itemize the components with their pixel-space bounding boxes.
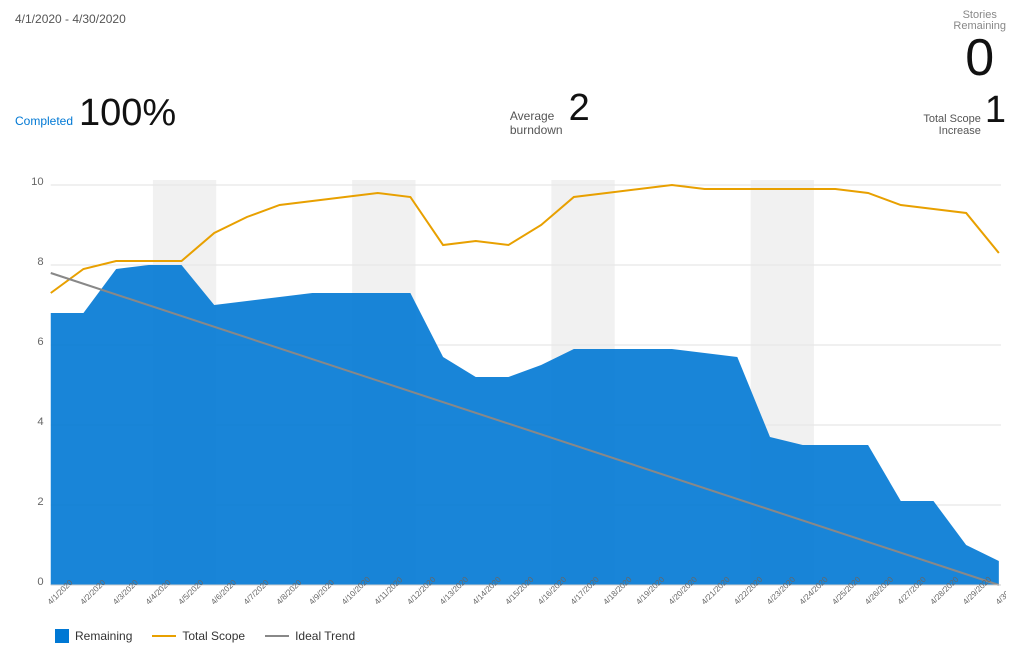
stories-remaining-value: 0	[953, 32, 1006, 84]
svg-text:4: 4	[37, 416, 43, 428]
date-range: 4/1/2020 - 4/30/2020	[15, 10, 126, 26]
stories-remaining-widget: Stories Remaining 0	[953, 10, 1006, 84]
svg-text:10: 10	[31, 176, 43, 188]
total-scope-metric: Total Scope Increase 1	[923, 89, 1006, 137]
legend-total-scope: Total Scope	[152, 629, 245, 643]
remaining-color-box	[55, 629, 69, 643]
header-row: 4/1/2020 - 4/30/2020 Stories Remaining 0	[15, 10, 1006, 84]
legend-remaining: Remaining	[55, 629, 132, 643]
metrics-row: Completed 100% Average burndown 2 Total …	[15, 89, 1006, 137]
ideal-trend-color-line	[265, 635, 289, 637]
burndown-chart: 0 2 4 6 8 10	[15, 145, 1006, 625]
chart-legend: Remaining Total Scope Ideal Trend	[15, 629, 1006, 643]
completed-label: Completed	[15, 114, 73, 128]
ideal-trend-legend-label: Ideal Trend	[295, 629, 355, 643]
main-container: 4/1/2020 - 4/30/2020 Stories Remaining 0…	[0, 0, 1021, 665]
avg-burndown-value: 2	[569, 89, 590, 127]
avg-burndown-label: Average burndown	[510, 109, 563, 137]
total-scope-value: 1	[985, 89, 1006, 132]
svg-text:8: 8	[37, 256, 43, 268]
total-scope-label: Total Scope Increase	[923, 113, 980, 137]
chart-area: 0 2 4 6 8 10	[15, 145, 1006, 625]
svg-text:6: 6	[37, 336, 43, 348]
legend-ideal-trend: Ideal Trend	[265, 629, 355, 643]
remaining-legend-label: Remaining	[75, 629, 132, 643]
completed-value: 100%	[79, 94, 176, 132]
total-scope-legend-label: Total Scope	[182, 629, 245, 643]
svg-text:2: 2	[37, 496, 43, 508]
total-scope-color-line	[152, 635, 176, 637]
svg-text:0: 0	[37, 576, 43, 588]
completed-metric: Completed 100%	[15, 94, 176, 132]
avg-burndown-metric: Average burndown 2	[510, 89, 590, 137]
